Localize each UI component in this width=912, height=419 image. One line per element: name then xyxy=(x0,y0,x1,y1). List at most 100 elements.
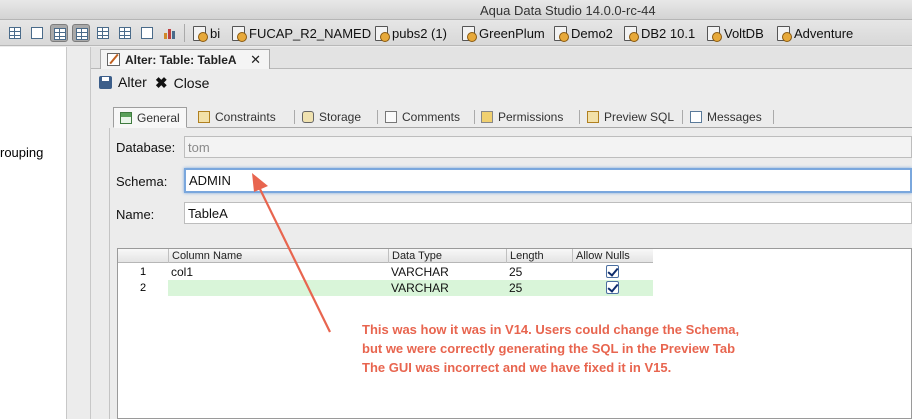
server-button-greenplum[interactable]: GreenPlum xyxy=(461,24,545,42)
column-header-length[interactable]: Length xyxy=(506,249,572,263)
tab-comments[interactable]: Comments xyxy=(385,107,460,127)
tab-preview-sql[interactable]: Preview SQL xyxy=(587,107,674,127)
server-button-adventure[interactable]: Adventure xyxy=(776,24,853,42)
column-header-type[interactable]: Data Type xyxy=(388,249,506,263)
annotation-callout: This was how it was in V14. Users could … xyxy=(362,320,882,377)
tab-divider xyxy=(294,110,295,124)
alter-button[interactable]: Alter xyxy=(99,74,147,90)
annotation-line: The GUI was incorrect and we have fixed … xyxy=(362,360,672,375)
editor-tab-alter-table[interactable]: Alter: Table: TableA ✕ xyxy=(100,49,270,69)
cell-column-name[interactable]: col1 xyxy=(168,264,388,280)
preview-sql-icon xyxy=(587,111,599,123)
constraints-icon xyxy=(198,111,210,123)
window-title: Aqua Data Studio 14.0.0-rc-44 xyxy=(480,3,656,18)
tab-messages[interactable]: Messages xyxy=(690,107,762,127)
storage-icon xyxy=(302,111,314,123)
server-label: DB2 10.1 xyxy=(641,25,696,41)
alter-table-icon xyxy=(107,53,120,66)
tab-divider xyxy=(773,110,774,124)
save-icon xyxy=(99,75,112,89)
schema-browser-panel[interactable]: rouping xyxy=(0,47,67,419)
tab-general[interactable]: General xyxy=(113,107,187,128)
tab-permissions[interactable]: Permissions xyxy=(481,107,563,127)
tab-label: Messages xyxy=(707,110,762,124)
editor-tab-label: Alter: Table: TableA xyxy=(125,52,237,67)
cell-column-name[interactable] xyxy=(168,280,388,296)
tab-label: General xyxy=(137,110,180,125)
tab-divider xyxy=(474,110,475,124)
bar-chart-icon[interactable] xyxy=(160,24,178,42)
tab-divider xyxy=(682,110,683,124)
allow-nulls-checkbox[interactable] xyxy=(606,281,619,294)
server-icon xyxy=(231,26,247,42)
server-label: FUCAP_R2_NAMED xyxy=(249,25,372,41)
server-icon xyxy=(776,26,792,42)
tab-label: Permissions xyxy=(498,110,564,124)
server-button-demo2[interactable]: Demo2 xyxy=(553,24,613,42)
cell-length[interactable]: 25 xyxy=(506,280,572,296)
server-label: VoltDB xyxy=(724,25,764,41)
server-button-db2[interactable]: DB2 10.1 xyxy=(623,24,695,42)
close-button-label: Close xyxy=(173,75,210,91)
server-label: Demo2 xyxy=(571,25,613,41)
tab-constraints[interactable]: Constraints xyxy=(198,107,276,127)
tree-item-fragment[interactable]: rouping xyxy=(0,145,43,160)
cell-length[interactable]: 25 xyxy=(506,264,572,280)
window-view-icon[interactable] xyxy=(138,24,156,42)
server-icon xyxy=(374,26,390,42)
schema-field[interactable] xyxy=(184,168,912,193)
server-button-voltdb[interactable]: VoltDB xyxy=(706,24,764,42)
server-label: GreenPlum xyxy=(479,25,545,41)
tab-label: Comments xyxy=(402,110,461,124)
row-number: 2 xyxy=(118,280,168,296)
database-field[interactable] xyxy=(184,136,912,158)
server-button-pubs2[interactable]: pubs2 (1) xyxy=(374,24,447,42)
columns-view-icon[interactable] xyxy=(116,24,134,42)
row-number: 1 xyxy=(118,264,168,280)
toolbar-divider xyxy=(184,24,185,42)
table-row[interactable]: 2 VARCHAR 25 xyxy=(118,280,653,296)
server-label: Adventure xyxy=(794,25,854,41)
close-tab-icon[interactable]: ✕ xyxy=(250,52,261,68)
tree-view-icon[interactable] xyxy=(94,24,112,42)
server-icon xyxy=(553,26,569,42)
grid-header: Column Name Data Type Length Allow Nulls xyxy=(118,249,653,263)
column-header-name[interactable]: Column Name xyxy=(168,249,388,263)
database-label: Database: xyxy=(116,140,176,155)
table-view-icon[interactable] xyxy=(50,24,68,42)
server-button-fucap[interactable]: FUCAP_R2_NAMED xyxy=(231,24,371,42)
close-icon: ✖ xyxy=(155,75,168,92)
messages-icon xyxy=(690,111,702,123)
schema-view-icon[interactable] xyxy=(72,24,90,42)
panel-splitter[interactable] xyxy=(67,47,91,419)
cell-data-type[interactable]: VARCHAR xyxy=(388,280,506,296)
server-button-bi[interactable]: bi xyxy=(192,24,220,42)
editor-tab-strip: Alter: Table: TableA ✕ xyxy=(91,47,912,69)
server-icon xyxy=(461,26,477,42)
window-title-bar: Aqua Data Studio 14.0.0-rc-44 xyxy=(0,0,912,20)
main-toolbar: bi FUCAP_R2_NAMED pubs2 (1) GreenPlum De… xyxy=(0,20,912,46)
tab-label: Constraints xyxy=(215,110,276,124)
content-tab-bar: General Constraints Storage Comments Per… xyxy=(113,106,912,128)
name-label: Name: xyxy=(116,207,155,222)
comments-icon xyxy=(385,111,397,123)
cell-data-type[interactable]: VARCHAR xyxy=(388,264,506,280)
close-button[interactable]: ✖ Close xyxy=(155,74,209,92)
tab-label: Storage xyxy=(319,110,362,124)
table-row[interactable]: 1 col1 VARCHAR 25 xyxy=(118,264,653,280)
server-label: pubs2 (1) xyxy=(392,25,447,41)
allow-nulls-checkbox[interactable] xyxy=(606,265,619,278)
action-bar: Alter ✖ Close xyxy=(91,69,912,95)
annotation-line: This was how it was in V14. Users could … xyxy=(362,322,740,337)
annotation-line: but we were correctly generating the SQL… xyxy=(362,341,736,356)
permissions-icon xyxy=(481,111,493,123)
server-label: bi xyxy=(210,25,221,41)
column-header-allow-nulls[interactable]: Allow Nulls xyxy=(572,249,653,263)
table-icon xyxy=(120,111,132,124)
panel-view-icon[interactable] xyxy=(28,24,46,42)
table-name-field[interactable] xyxy=(184,202,912,224)
tab-divider xyxy=(579,110,580,124)
tab-storage[interactable]: Storage xyxy=(302,107,361,127)
grid-view-icon[interactable] xyxy=(6,24,24,42)
tab-label: Preview SQL xyxy=(604,110,675,124)
